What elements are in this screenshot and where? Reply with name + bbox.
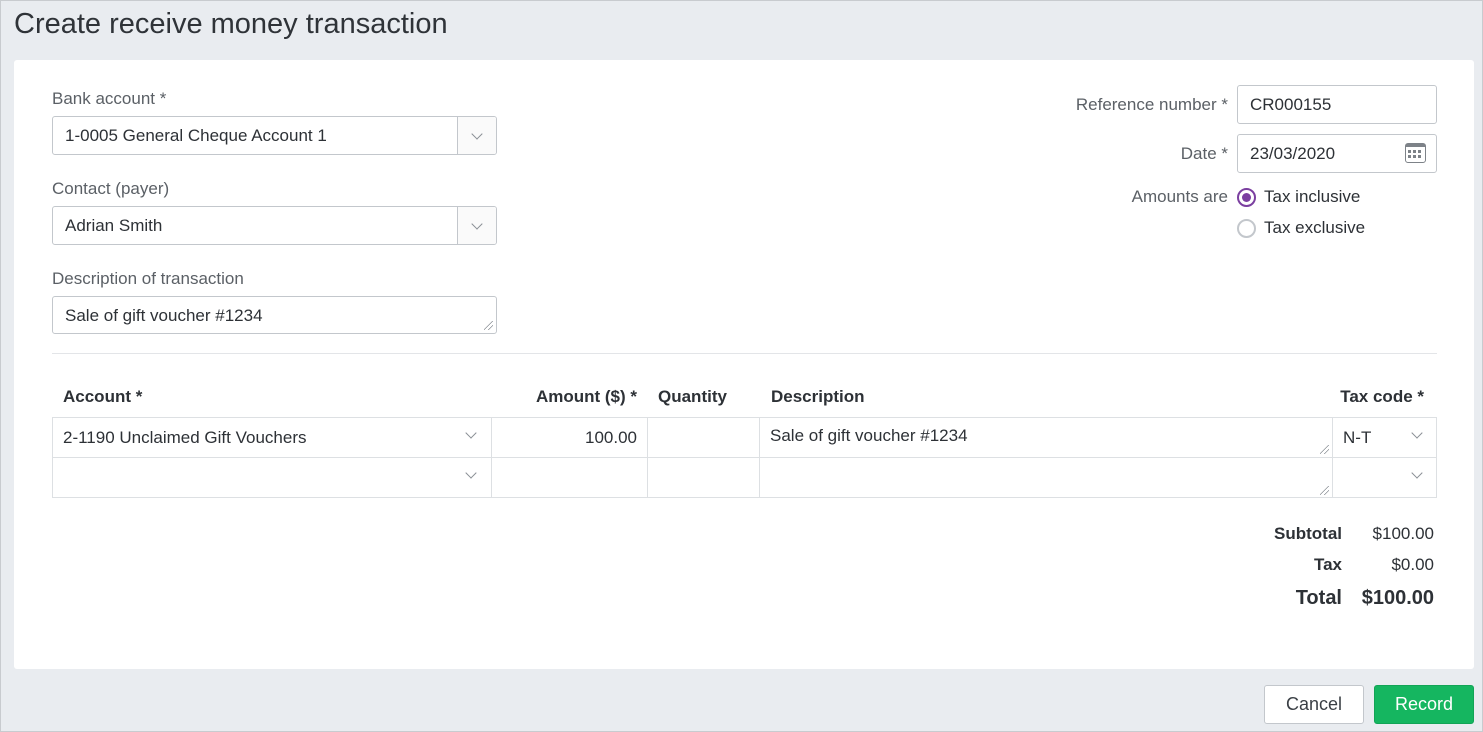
total-label: Total (1295, 587, 1342, 609)
resize-handle-icon[interactable] (1320, 445, 1329, 454)
date-value: 23/03/2020 (1250, 144, 1336, 163)
bank-account-dropdown-toggle[interactable] (457, 117, 496, 154)
date-input[interactable]: 23/03/2020 (1237, 134, 1437, 173)
quantity-input[interactable] (648, 418, 760, 458)
amount-input[interactable]: 100.00 (492, 418, 648, 458)
bank-account-select[interactable]: 1-0005 General Cheque Account 1 (52, 116, 497, 155)
description-label: Description of transaction (52, 269, 244, 288)
chevron-down-icon (465, 427, 477, 439)
tax-inclusive-option[interactable]: Tax inclusive (1237, 187, 1360, 207)
record-button[interactable]: Record (1374, 685, 1474, 724)
column-header-quantity: Quantity (658, 387, 727, 406)
description-textarea[interactable]: Sale of gift voucher #1234 (52, 296, 497, 334)
tax-exclusive-radio[interactable] (1237, 218, 1256, 238)
line-description-textarea[interactable]: Sale of gift voucher #1234 (760, 418, 1333, 458)
section-divider (52, 353, 1437, 354)
contact-dropdown-toggle[interactable] (457, 207, 496, 244)
tax-inclusive-label: Tax inclusive (1264, 187, 1361, 206)
account-select[interactable]: 2-1190 Unclaimed Gift Vouchers (53, 418, 492, 458)
tax-exclusive-label: Tax exclusive (1264, 218, 1366, 237)
resize-handle-icon[interactable] (484, 321, 493, 330)
tax-value: $0.00 (1391, 555, 1434, 574)
bank-account-value: 1-0005 General Cheque Account 1 (65, 126, 327, 145)
bank-account-label: Bank account * (52, 89, 167, 108)
date-label: Date * (1180, 144, 1228, 163)
account-select[interactable] (53, 458, 492, 498)
subtotal-label: Subtotal (1274, 524, 1342, 543)
chevron-down-icon (1411, 427, 1423, 439)
line-description-value: Sale of gift voucher #1234 (770, 426, 968, 445)
contact-label: Contact (payer) (52, 179, 170, 198)
cancel-button[interactable]: Cancel (1264, 685, 1364, 724)
reference-number-value: CR000155 (1250, 95, 1332, 114)
reference-number-input[interactable]: CR000155 (1237, 85, 1437, 124)
subtotal-value: $100.00 (1372, 524, 1434, 543)
line-items-table: 2-1190 Unclaimed Gift Vouchers 100.00 Sa… (52, 417, 1437, 498)
account-value: 2-1190 Unclaimed Gift Vouchers (63, 428, 307, 447)
contact-value: Adrian Smith (65, 216, 163, 235)
tax-code-select[interactable] (1333, 458, 1437, 498)
calendar-icon[interactable] (1405, 143, 1426, 163)
tax-inclusive-radio[interactable] (1237, 187, 1256, 207)
column-header-account: Account * (63, 387, 143, 406)
chevron-down-icon (471, 217, 483, 230)
contact-select[interactable]: Adrian Smith (52, 206, 497, 245)
tax-code-value: N-T (1343, 428, 1372, 447)
total-value: $100.00 (1361, 587, 1434, 609)
column-header-description: Description (771, 387, 865, 406)
chevron-down-icon (471, 127, 483, 140)
description-value: Sale of gift voucher #1234 (65, 306, 263, 325)
tax-exclusive-option[interactable]: Tax exclusive (1237, 218, 1365, 238)
chevron-down-icon (1411, 467, 1423, 479)
resize-handle-icon[interactable] (1320, 486, 1329, 495)
page-title: Create receive money transaction (14, 8, 448, 40)
reference-number-label: Reference number * (1075, 95, 1228, 114)
column-header-tax-code: Tax code * (1340, 387, 1424, 406)
transaction-form-card: Bank account * 1-0005 General Cheque Acc… (14, 60, 1474, 669)
tax-code-select[interactable]: N-T (1333, 418, 1437, 458)
amount-value: 100.00 (585, 428, 637, 447)
chevron-down-icon (465, 467, 477, 479)
amount-input[interactable] (492, 458, 648, 498)
column-header-amount: Amount ($) * (535, 387, 637, 406)
line-description-textarea[interactable] (760, 458, 1333, 498)
tax-label: Tax (1313, 555, 1342, 574)
quantity-input[interactable] (648, 458, 760, 498)
amounts-are-label: Amounts are (1131, 187, 1228, 206)
